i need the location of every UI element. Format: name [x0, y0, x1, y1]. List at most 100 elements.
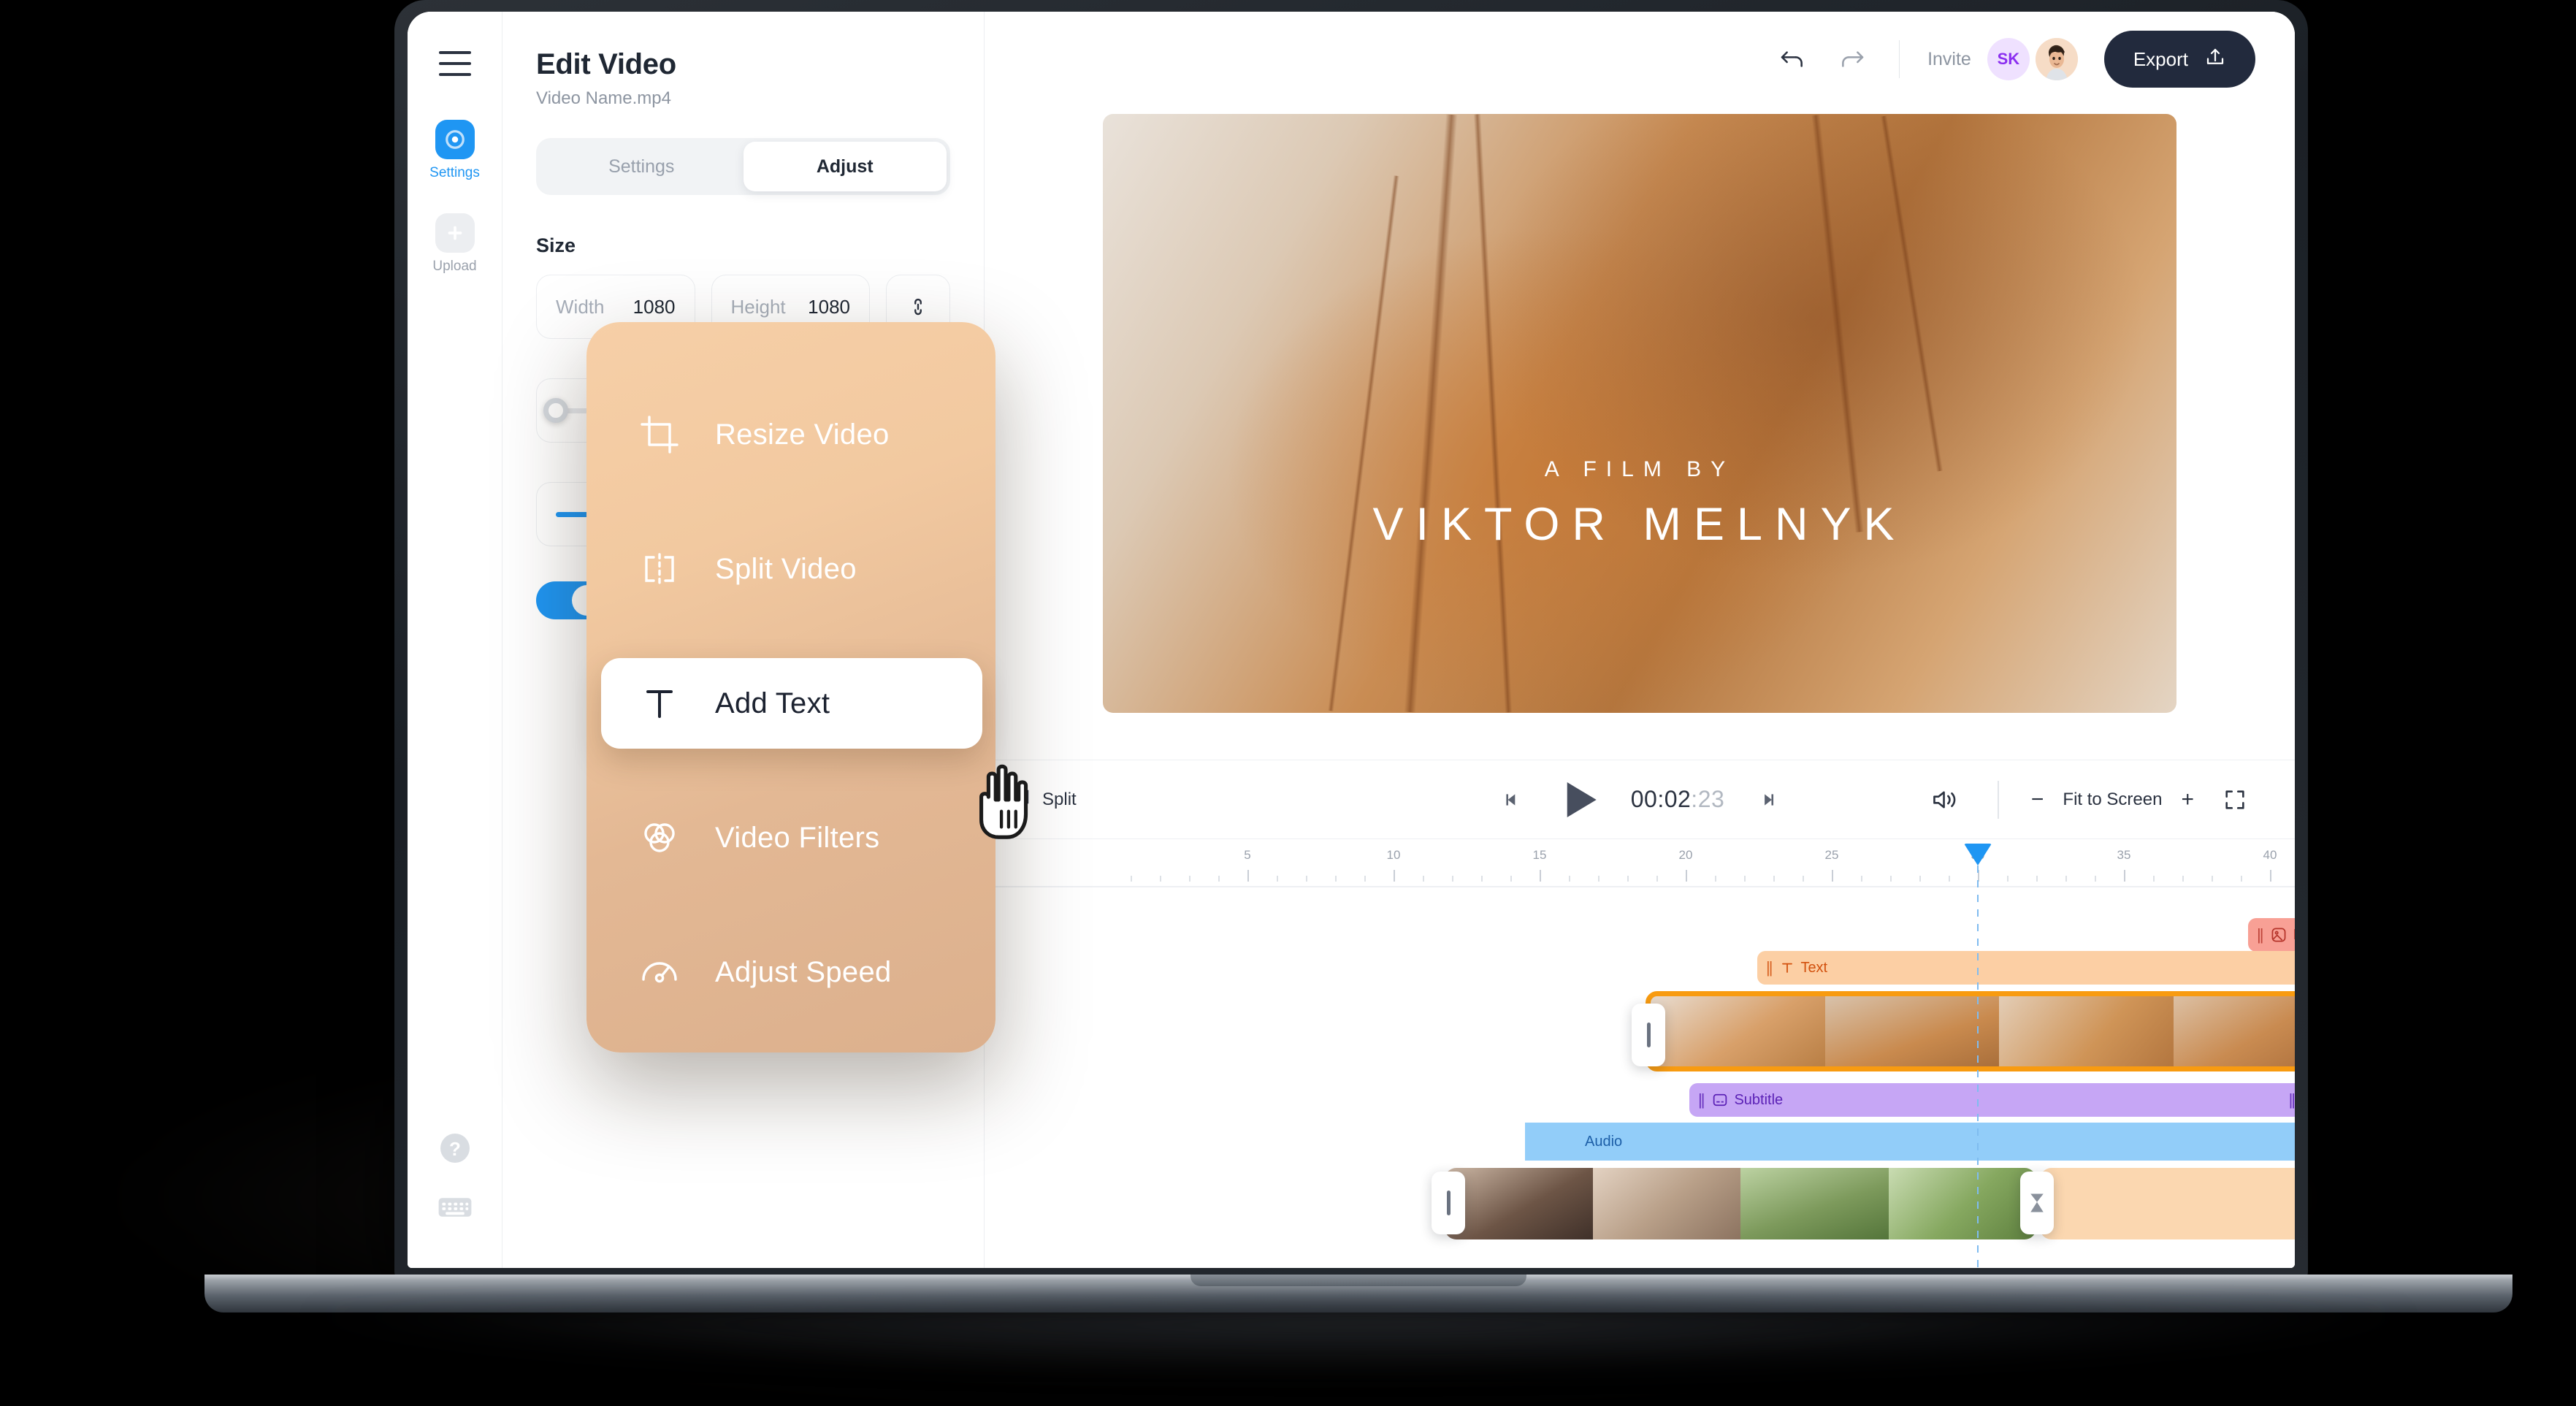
ruler-tick-minor [2065, 876, 2067, 882]
floating-context-menu[interactable]: Resize Video Split Video Add Text Video Fil… [586, 322, 995, 1052]
help-question-icon[interactable]: ? [437, 1131, 473, 1169]
ruler-tick-minor [1598, 876, 1600, 882]
ruler-tick-minor [2182, 876, 2184, 882]
skip-next-icon[interactable] [1749, 779, 1790, 820]
menu-item-resize-video[interactable]: Resize Video [586, 389, 995, 480]
zoom-out-button[interactable]: − [2031, 788, 2044, 811]
sidebar-item-label: Upload [432, 259, 477, 274]
clip-text[interactable]: || Text || [1757, 951, 2295, 985]
transition-handle[interactable] [2020, 1172, 2054, 1234]
ruler-tick-major [2270, 870, 2271, 882]
ruler-tick-label: 35 [2117, 848, 2131, 862]
menu-item-label: Adjust Speed [715, 955, 892, 988]
menu-item-video-filters[interactable]: Video Filters [586, 792, 995, 883]
main-area: Invite SK Export A FILM BY VIKTOR MELNYK… [985, 12, 2295, 1268]
ruler-tick-minor [1627, 876, 1629, 882]
zoom-in-button[interactable]: + [2181, 788, 2194, 811]
size-section-label: Size [536, 234, 576, 256]
ruler-tick-label: 10 [1386, 848, 1401, 862]
ruler-tick-minor [2212, 876, 2213, 882]
top-header-bar: Invite SK Export [985, 12, 2295, 107]
skip-previous-icon[interactable] [1489, 779, 1530, 820]
strip-trim-handle-left[interactable] [1432, 1172, 1465, 1234]
ruler-tick-minor [1335, 876, 1337, 882]
video-preview[interactable]: A FILM BY VIKTOR MELNYK [1103, 114, 2176, 713]
zoom-level-label[interactable]: Fit to Screen [2063, 790, 2162, 810]
width-placeholder: Width [556, 295, 605, 318]
ruler-tick-minor [1510, 876, 1512, 882]
preview-line-1: A FILM BY [1544, 457, 1735, 481]
left-icon-rail: Settings Upload ? [408, 12, 502, 1268]
laptop-base-notch [1190, 1275, 1526, 1286]
clip-empty-peach[interactable] [2040, 1168, 2295, 1239]
preview-text-overlay: A FILM BY VIKTOR MELNYK [1103, 457, 2176, 551]
ruler-tick-minor [1481, 876, 1483, 882]
ruler-tick-minor [1949, 876, 1950, 882]
menu-item-add-text[interactable]: Add Text [601, 658, 982, 749]
clip-grip-left[interactable]: || [1698, 1090, 1705, 1109]
ruler-tick-minor [1452, 876, 1453, 882]
ruler-tick-minor [1160, 876, 1161, 882]
menu-item-label: Video Filters [715, 821, 880, 854]
ruler-tick-minor [1277, 876, 1278, 882]
sidebar-item-upload[interactable]: Upload [432, 213, 477, 275]
avatar-initials[interactable]: SK [1987, 38, 2030, 80]
keyboard-icon[interactable] [437, 1194, 473, 1224]
ruler-tick-minor [1218, 876, 1220, 882]
menu-item-adjust-speed[interactable]: Adjust Speed [586, 927, 995, 1017]
invite-button[interactable]: Invite [1927, 49, 1971, 70]
tab-settings[interactable]: Settings [540, 142, 744, 191]
video-thumbnails [1651, 996, 2295, 1066]
rail-bottom-group: ? [437, 1131, 473, 1268]
ruler-tick-label: 40 [2263, 848, 2277, 862]
clip-image[interactable]: || Image [2248, 918, 2295, 952]
ruler-tick-major [1540, 870, 1541, 882]
clip-label: Image [2293, 927, 2295, 944]
speed-gauge-icon [639, 952, 680, 993]
ruler-tick-minor [1569, 876, 1570, 882]
ruler-tick-minor [2095, 876, 2096, 882]
export-label: Export [2133, 47, 2188, 70]
ruler-tick-major [1394, 870, 1395, 882]
ruler-tick-minor [1744, 876, 1746, 882]
clip-grip-left[interactable]: || [1766, 958, 1773, 977]
timeline[interactable]: 510152025303540455060 || Image [985, 838, 2295, 1268]
ruler-tick-minor [1364, 876, 1366, 882]
hamburger-menu-icon[interactable] [438, 51, 471, 76]
avatar[interactable] [2035, 38, 2078, 80]
menu-item-split-video[interactable]: Split Video [586, 524, 995, 614]
page-title: Edit Video [536, 48, 676, 80]
menu-item-label: Split Video [715, 552, 857, 585]
undo-arrow-icon[interactable] [1773, 39, 1814, 80]
ruler-tick-minor [1861, 876, 1862, 882]
play-button[interactable] [1555, 774, 1606, 825]
media-thumbnail-strip[interactable] [1445, 1168, 2036, 1239]
timeline-ruler-line [985, 886, 2295, 887]
preview-line-2: VIKTOR MELNYK [1372, 499, 1907, 550]
player-control-bar: Split 00:02:23 − Fit to Screen + [985, 760, 2295, 838]
ruler-tick-major [1832, 870, 1833, 882]
preview-area: A FILM BY VIKTOR MELNYK [985, 107, 2295, 760]
ruler-tick-minor [2241, 876, 2242, 882]
clip-video-selected[interactable] [1646, 991, 2295, 1071]
tab-adjust[interactable]: Adjust [743, 142, 947, 191]
laptop-screen: Settings Upload ? Edit Video Video Name.… [408, 12, 2295, 1268]
export-button[interactable]: Export [2103, 31, 2255, 88]
clip-grip-left[interactable]: || [2257, 925, 2264, 944]
redo-arrow-icon[interactable] [1830, 39, 1871, 80]
ruler-tick-minor [1656, 876, 1658, 882]
clip-trim-handle-left[interactable] [1632, 1004, 1665, 1066]
zoom-controls: − Fit to Screen + [2031, 788, 2194, 811]
clip-grip-right[interactable]: || [2289, 1090, 2295, 1109]
sidebar-item-settings[interactable]: Settings [429, 120, 480, 181]
player-divider [1998, 780, 1999, 819]
clip-subtitle[interactable]: || Subtitle || [1689, 1083, 2295, 1117]
timeline-ruler[interactable]: 510152025303540455060 [985, 839, 2295, 887]
fullscreen-icon[interactable] [2214, 779, 2255, 820]
player-right-controls: − Fit to Screen + [1925, 779, 2255, 820]
volume-icon[interactable] [1925, 779, 1965, 820]
clip-audio[interactable]: Audio [1525, 1123, 2295, 1161]
settings-target-icon [435, 120, 475, 159]
clip-label: Subtitle [1734, 1091, 1784, 1108]
width-value: 1080 [632, 295, 676, 318]
